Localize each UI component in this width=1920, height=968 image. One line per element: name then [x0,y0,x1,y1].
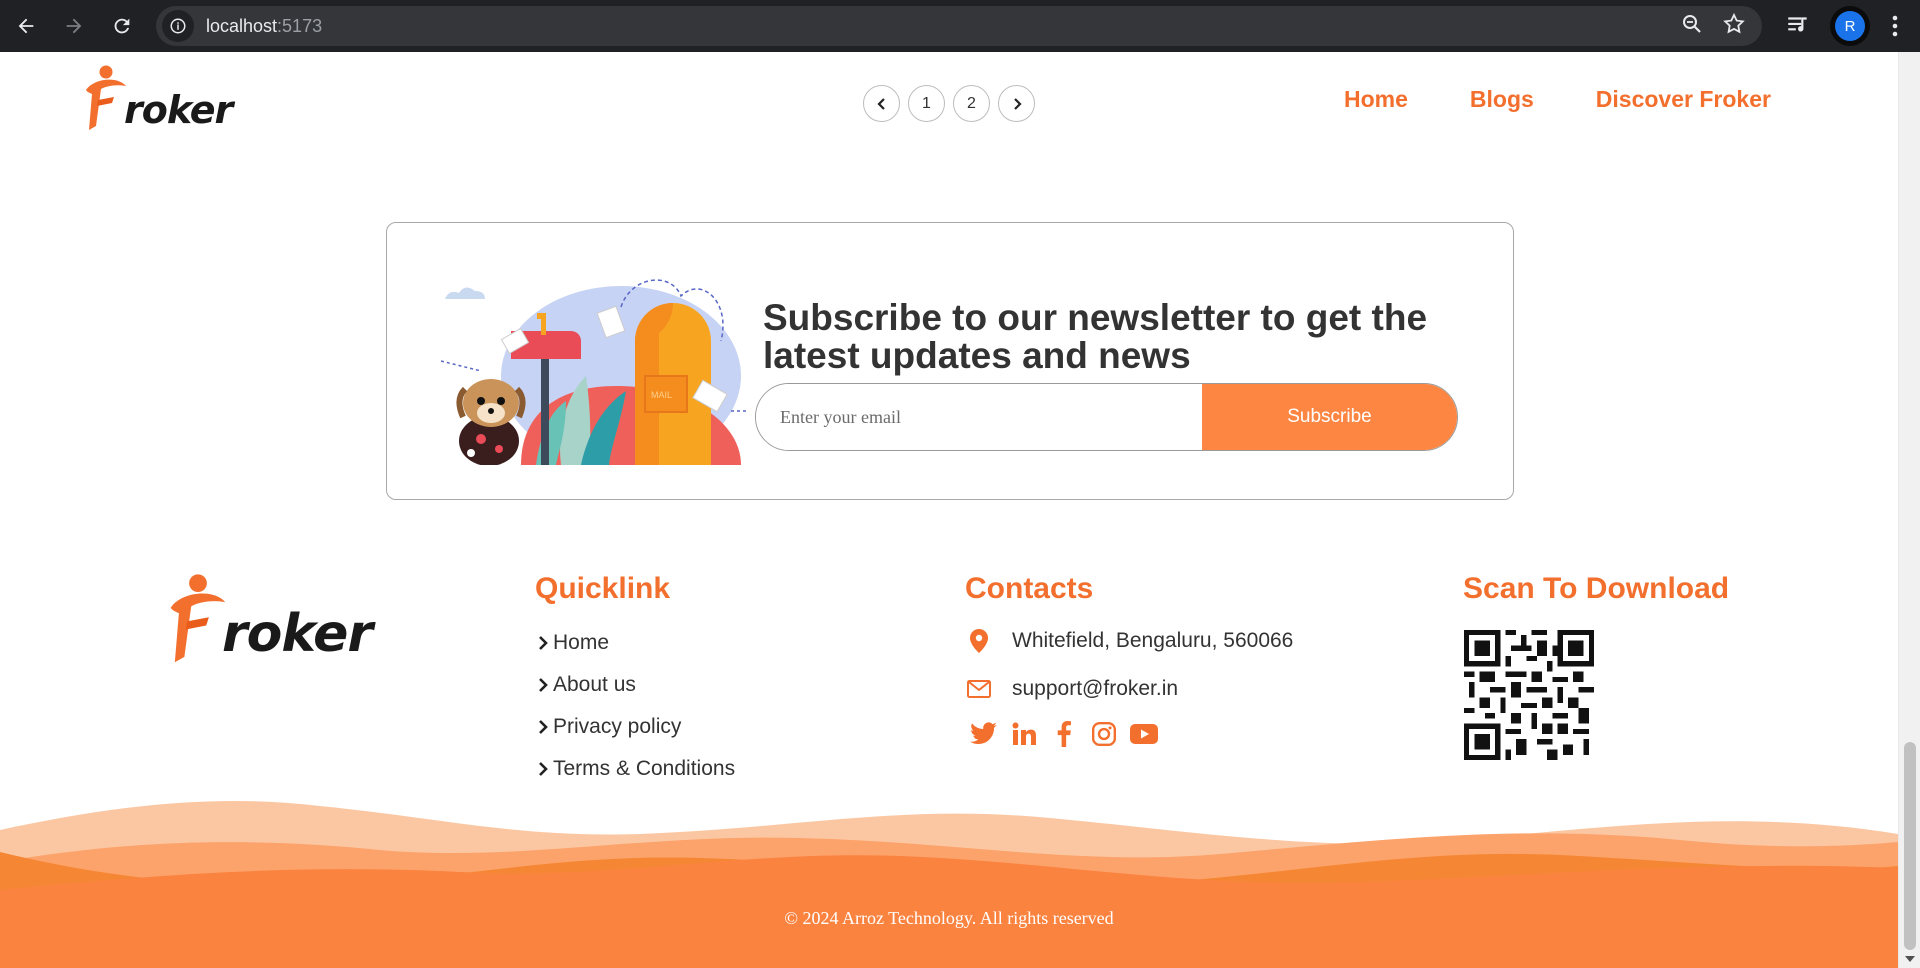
froker-logo-mark [86,65,126,130]
logo-wordmark: roker [222,604,373,664]
back-arrow-icon [18,18,34,34]
quicklink-list: Home About us Privacy policy Terms & Con… [536,622,735,790]
contact-email[interactable]: support@froker.in [966,676,1178,702]
nav-discover-link[interactable]: Discover Froker [1596,86,1771,113]
mail-icon [966,676,992,702]
social-links [970,720,1158,748]
chevron-left-icon [876,97,885,110]
pagination: 1 2 [863,85,1035,122]
logo-wordmark: roker [124,88,233,132]
facebook-icon[interactable] [1050,720,1078,748]
youtube-icon[interactable] [1130,720,1158,748]
nav-blogs-link[interactable]: Blogs [1470,86,1534,113]
mailbox-label: MAIL [651,390,672,400]
chevron-right-icon [1013,97,1022,110]
more-menu-icon[interactable] [1880,10,1910,42]
top-nav: Home Blogs Discover Froker [1344,86,1771,113]
back-button[interactable] [4,4,48,48]
quicklink-terms[interactable]: Terms & Conditions [536,748,735,790]
instagram-icon[interactable] [1090,720,1118,748]
address-bar[interactable]: localhost:5173 [156,6,1762,46]
site-info-icon[interactable] [162,10,194,42]
mailbox-illustration: MAIL [441,279,746,465]
quicklink-about[interactable]: About us [536,664,735,706]
media-control-icon[interactable] [1785,12,1811,38]
url-text: localhost:5173 [206,15,323,36]
page-scrollbar[interactable] [1898,52,1920,968]
contact-address: Whitefield, Bengaluru, 560066 [966,628,1293,654]
reload-button[interactable] [100,4,144,48]
scroll-down-arrow-icon[interactable] [1905,956,1915,962]
header-logo[interactable]: roker [84,64,233,134]
chevron-right-icon [539,636,548,650]
bookmark-star-icon[interactable] [1722,12,1746,36]
chevron-right-icon [539,678,548,692]
quicklink-home[interactable]: Home [536,622,735,664]
subscribe-button[interactable]: Subscribe [1202,384,1457,450]
quicklink-privacy[interactable]: Privacy policy [536,706,735,748]
next-page-button[interactable] [998,85,1035,122]
twitter-icon[interactable] [970,720,998,748]
newsletter-card: MAIL Subscribe to our newsletter to get … [386,222,1514,500]
footer-wave-background [0,800,1898,968]
nav-home-link[interactable]: Home [1344,86,1408,113]
newsletter-heading: Subscribe to our newsletter to get the l… [763,297,1428,376]
chevron-right-icon [539,720,548,734]
location-pin-icon [966,628,992,654]
forward-arrow-icon [66,18,82,34]
quicklink-title: Quicklink [535,572,671,605]
page: roker 1 2 Home Blogs Discover Froker MAI… [0,52,1898,968]
browser-toolbar: localhost:5173 R [0,0,1920,52]
email-input[interactable] [756,384,1202,450]
subscribe-form: Subscribe [755,383,1458,451]
zoom-icon[interactable] [1680,12,1704,36]
froker-logo-mark [170,574,226,663]
linkedin-icon[interactable] [1010,720,1038,748]
profile-avatar[interactable]: R [1830,6,1870,46]
contacts-title: Contacts [965,572,1094,605]
download-title: Scan To Download [1463,572,1730,605]
copyright-text: © 2024 Arroz Technology. All rights rese… [784,908,1114,928]
footer-logo[interactable]: roker [168,572,373,668]
page-1-button[interactable]: 1 [908,85,945,122]
dog-mascot [456,379,526,465]
prev-page-button[interactable] [863,85,900,122]
chevron-right-icon [539,762,548,776]
page-2-button[interactable]: 2 [953,85,990,122]
reload-icon [114,18,130,34]
forward-button[interactable] [52,4,96,48]
download-qr-code[interactable] [1464,630,1594,760]
scrollbar-thumb[interactable] [1904,742,1916,950]
